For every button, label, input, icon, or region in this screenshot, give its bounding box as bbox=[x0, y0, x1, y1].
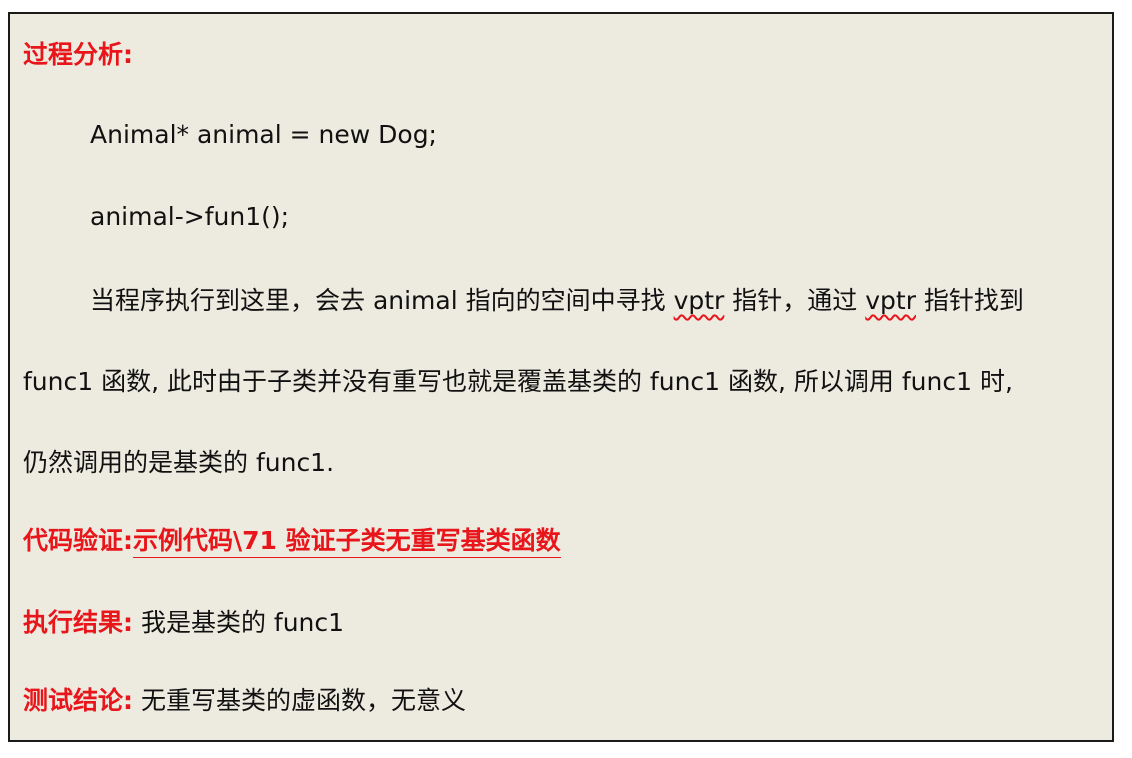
verification-label: 代码验证: bbox=[23, 526, 133, 555]
analysis-paragraph-line-1: 当程序执行到这里，会去 animal 指向的空间中寻找 vptr 指针，通过 v… bbox=[90, 284, 1024, 318]
result-label: 执行结果: bbox=[23, 608, 133, 637]
paragraph-text: 当程序执行到这里，会去 animal 指向的空间中寻找 bbox=[90, 286, 674, 315]
example-code-link[interactable]: 示例代码\71 验证子类无重写基类函数 bbox=[133, 526, 561, 558]
analysis-paragraph-line-2: func1 函数, 此时由于子类并没有重写也就是覆盖基类的 func1 函数, … bbox=[23, 367, 1013, 396]
content-box: 过程分析: Animal* animal = new Dog; animal->… bbox=[8, 12, 1114, 742]
code-line-1: Animal* animal = new Dog; bbox=[90, 120, 437, 149]
paragraph-text: 指针，通过 bbox=[724, 286, 866, 315]
analysis-paragraph-line-3: 仍然调用的是基类的 func1. bbox=[23, 448, 335, 477]
result-value: 我是基类的 func1 bbox=[133, 608, 345, 637]
conclusion-label: 测试结论: bbox=[23, 686, 133, 715]
code-line-2: animal->fun1(); bbox=[90, 202, 290, 231]
conclusion-value: 无重写基类的虚函数，无意义 bbox=[133, 686, 466, 715]
conclusion-row: 测试结论: 无重写基类的虚函数，无意义 bbox=[23, 684, 466, 718]
spellcheck-word-vptr: vptr bbox=[865, 286, 916, 315]
verification-row: 代码验证:示例代码\71 验证子类无重写基类函数 bbox=[23, 524, 561, 558]
spellcheck-word-vptr: vptr bbox=[673, 286, 725, 315]
paragraph-text: 指针找到 bbox=[915, 286, 1024, 315]
result-row: 执行结果: 我是基类的 func1 bbox=[23, 606, 344, 640]
analysis-heading: 过程分析: bbox=[23, 40, 133, 69]
